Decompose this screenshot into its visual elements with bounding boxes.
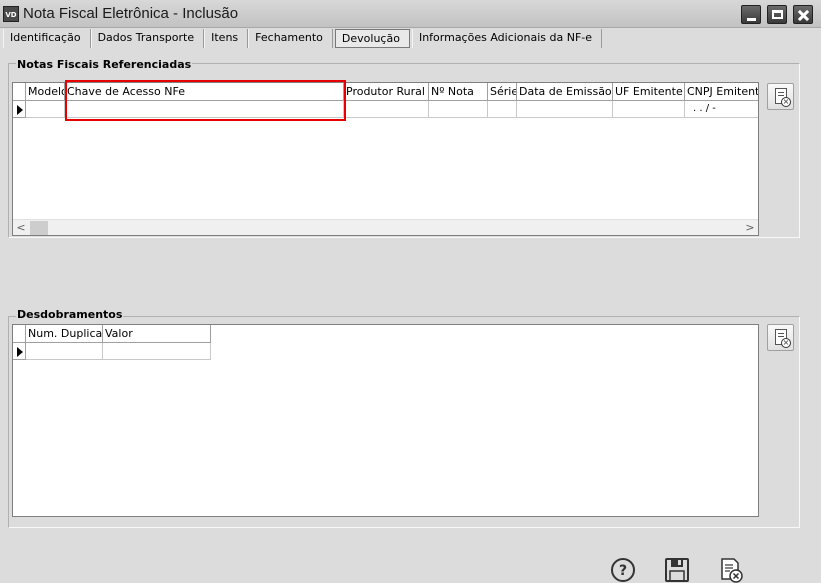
notas-group-title: Notas Fiscais Referenciadas [16, 58, 193, 71]
cancel-document-icon [721, 558, 743, 583]
col-header-data[interactable]: Data de Emissão [517, 83, 613, 101]
window-title: Nota Fiscal Eletrônica - Inclusão [23, 5, 239, 22]
row-pointer-icon [17, 105, 23, 115]
desdobramentos-grid[interactable]: Num. Duplicata Valor [12, 324, 759, 517]
tab-devolucao[interactable]: Devolução [334, 29, 410, 48]
title-bar: VD Nota Fiscal Eletrônica - Inclusão [0, 0, 821, 28]
col-header-num-duplicata[interactable]: Num. Duplicata [26, 325, 103, 343]
horizontal-scrollbar[interactable]: < > [13, 219, 758, 235]
row-indicator [13, 101, 26, 118]
app-icon: VD [3, 6, 19, 22]
row-pointer-icon [17, 347, 23, 357]
desdobramentos-group-title: Desdobramentos [16, 308, 124, 321]
close-button[interactable] [793, 5, 813, 24]
tab-bar: Identificação Dados Transporte Itens Fec… [3, 29, 603, 48]
desdobramentos-delete-button[interactable]: × [767, 324, 794, 351]
cell-modelo[interactable] [26, 101, 65, 118]
cancel-button[interactable] [718, 557, 744, 583]
maximize-button[interactable] [767, 5, 787, 24]
col-header-uf[interactable]: UF Emitente [613, 83, 685, 101]
cell-valor[interactable] [103, 343, 211, 360]
col-header-produtor[interactable]: Produtor Rural [344, 83, 429, 101]
tab-itens[interactable]: Itens [204, 29, 249, 48]
help-button[interactable]: ? [610, 557, 636, 583]
tab-informacoes-adicionais[interactable]: Informações Adicionais da NF-e [411, 29, 603, 48]
minimize-icon [747, 18, 756, 21]
grid-corner [13, 325, 26, 343]
save-icon [665, 558, 689, 582]
svg-text:?: ? [619, 563, 627, 579]
help-icon: ? [611, 558, 635, 582]
document-delete-icon: × [775, 88, 791, 107]
col-header-valor[interactable]: Valor [103, 325, 211, 343]
col-header-modelo[interactable]: Modelo [26, 83, 65, 101]
minimize-button[interactable] [741, 5, 761, 24]
highlight-box [65, 80, 346, 121]
cell-nota[interactable] [429, 101, 488, 118]
col-header-nota[interactable]: Nº Nota [429, 83, 488, 101]
scroll-right-icon[interactable]: > [742, 221, 758, 235]
cell-cnpj[interactable]: . . / - [685, 101, 758, 118]
notas-delete-button[interactable]: × [767, 83, 794, 110]
cell-serie[interactable] [488, 101, 517, 118]
row-indicator [13, 343, 26, 360]
document-delete-icon: × [775, 329, 791, 348]
scroll-left-icon[interactable]: < [13, 221, 29, 235]
tab-identificacao[interactable]: Identificação [3, 29, 91, 48]
tab-fechamento[interactable]: Fechamento [248, 29, 333, 48]
cell-uf[interactable] [613, 101, 685, 118]
tab-dados-transporte[interactable]: Dados Transporte [90, 29, 205, 48]
cell-produtor[interactable] [344, 101, 429, 118]
scroll-thumb[interactable] [30, 221, 48, 235]
save-button[interactable] [664, 557, 690, 583]
cell-num-duplicata[interactable] [26, 343, 103, 360]
col-header-cnpj[interactable]: CNPJ Emitente [685, 83, 758, 101]
col-header-serie[interactable]: Série [488, 83, 517, 101]
grid-corner [13, 83, 26, 101]
maximize-icon [772, 10, 783, 19]
cell-data[interactable] [517, 101, 613, 118]
